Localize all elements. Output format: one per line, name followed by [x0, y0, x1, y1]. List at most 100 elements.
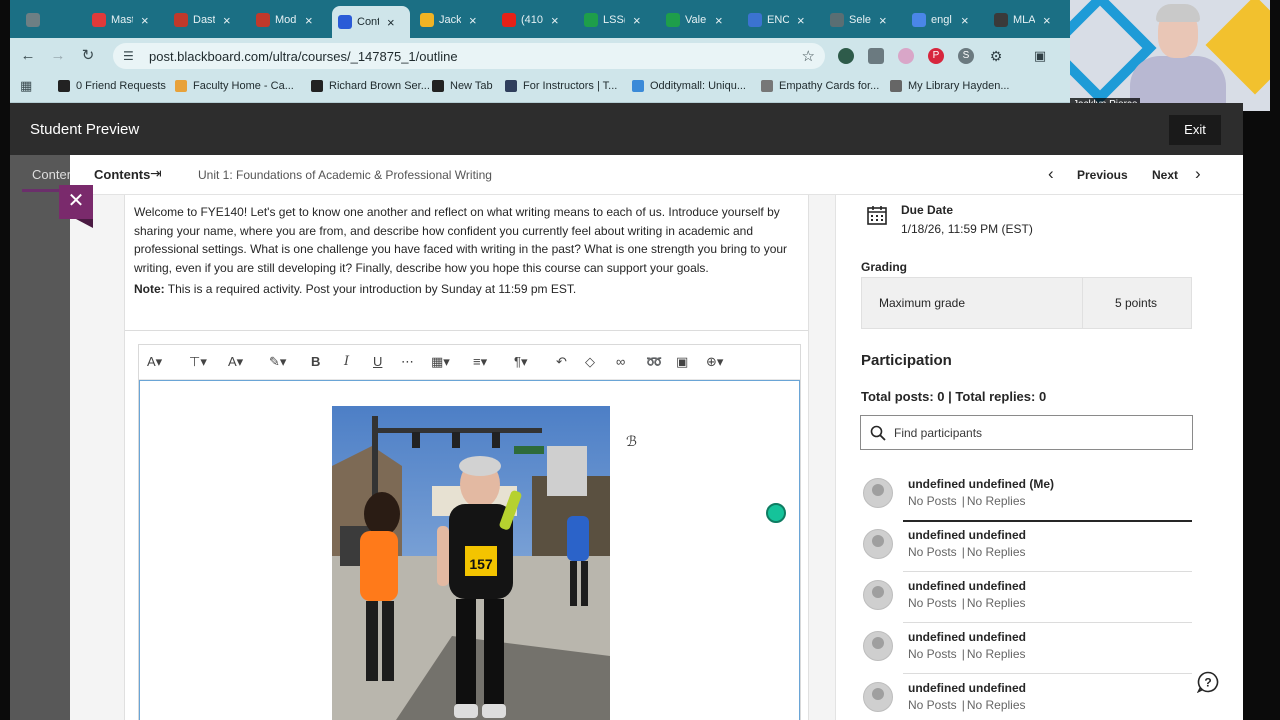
- browser-tab[interactable]: Sele ×: [824, 6, 902, 34]
- participant-row[interactable]: undefined undefined No Posts | No Replies: [861, 574, 1192, 625]
- browser-tab[interactable]: [20, 6, 80, 34]
- bookmark-star-icon[interactable]: ☆: [802, 47, 815, 65]
- note-label: Note:: [134, 282, 165, 296]
- extension-icon[interactable]: [838, 48, 854, 64]
- apps-grid-icon[interactable]: ▦: [20, 78, 32, 94]
- tab-close-icon[interactable]: ×: [715, 13, 723, 28]
- bold-icon[interactable]: B: [311, 353, 320, 371]
- participant-row[interactable]: undefined undefined (Me) No Posts | No Repl…: [861, 472, 1192, 523]
- bookmark-item[interactable]: For Instructors | T...: [505, 80, 617, 92]
- browser-tab[interactable]: Vale ×: [660, 6, 738, 34]
- participant-row[interactable]: undefined undefined No Posts | No Replies: [861, 523, 1192, 574]
- grammarly-icon[interactable]: [766, 503, 786, 523]
- editor-content-area[interactable]: 157 ℬ: [139, 380, 800, 720]
- previous-button[interactable]: Previous: [1077, 168, 1128, 182]
- attachment-icon[interactable]: ➿: [646, 353, 662, 371]
- tab-label: Vale: [685, 14, 707, 26]
- participant-row[interactable]: undefined undefined No Posts | No Replies: [861, 625, 1192, 676]
- participant-row[interactable]: undefined undefined No Posts | No Replies: [861, 676, 1192, 720]
- participant-stats: No Posts | No Replies: [908, 698, 1026, 712]
- paragraph-style-icon[interactable]: ⊤▾: [189, 353, 207, 371]
- bookmark-label: Richard Brown Ser...: [329, 80, 430, 92]
- bookmark-item[interactable]: New Tab: [432, 80, 493, 92]
- highlight-icon[interactable]: ✎▾: [269, 353, 286, 371]
- font-size-icon[interactable]: A▾: [228, 353, 243, 371]
- reload-button[interactable]: ↻: [78, 46, 98, 66]
- tab-close-icon[interactable]: ×: [469, 13, 477, 28]
- reply-count: No Replies: [966, 596, 1026, 610]
- browser-tab[interactable]: (410 ×: [496, 6, 574, 34]
- pinterest-icon[interactable]: P: [928, 48, 944, 64]
- back-button[interactable]: ←: [18, 46, 38, 66]
- tab-close-icon[interactable]: ×: [141, 13, 149, 28]
- bookmark-item[interactable]: My Library Hayden...: [890, 80, 1009, 92]
- search-icon: [870, 425, 886, 441]
- post-count: No Posts: [908, 698, 957, 712]
- post-count: No Posts: [908, 647, 957, 661]
- more-options-icon[interactable]: ⋯: [401, 353, 414, 371]
- align-icon[interactable]: ≡▾: [473, 353, 487, 371]
- browser-tab[interactable]: Cont ×: [332, 6, 410, 38]
- extensions-puzzle-icon[interactable]: ⚙: [988, 48, 1004, 64]
- browser-tab[interactable]: Jack ×: [414, 6, 492, 34]
- text-style-icon[interactable]: A▾: [147, 353, 162, 371]
- next-button[interactable]: Next: [1152, 168, 1178, 182]
- italic-icon[interactable]: I: [344, 353, 349, 371]
- bookmark-item[interactable]: 0 Friend Requests: [58, 80, 166, 92]
- tab-close-icon[interactable]: ×: [387, 15, 395, 30]
- contents-link[interactable]: Contents: [94, 167, 150, 182]
- note-text: Note: This is a required activity. Post …: [134, 282, 576, 296]
- bookmark-item[interactable]: Odditymall: Uniqu...: [632, 80, 746, 92]
- bookmark-item[interactable]: Empathy Cards for...: [761, 80, 879, 92]
- post-count: No Posts: [908, 494, 957, 508]
- clear-format-icon[interactable]: ◇: [585, 353, 595, 371]
- search-placeholder: Find participants: [894, 426, 983, 440]
- bookmark-favicon-icon: [432, 80, 444, 92]
- insert-content-icon[interactable]: ⊕▾: [706, 353, 723, 371]
- browser-tab[interactable]: Mod ×: [250, 6, 328, 34]
- help-icon[interactable]: ?: [1197, 671, 1219, 693]
- browser-tab[interactable]: Mast ×: [86, 6, 164, 34]
- tab-close-icon[interactable]: ×: [961, 13, 969, 28]
- browser-tab[interactable]: engl ×: [906, 6, 984, 34]
- browser-tab[interactable]: Dast ×: [168, 6, 246, 34]
- rich-text-editor[interactable]: A▾ ⊤▾ A▾ ✎▾ B I U ⋯ ▦▾ ≡▾ ¶▾ ↶ ◇ ∞ ➿ ▣ ⊕…: [138, 344, 801, 720]
- tab-close-icon[interactable]: ×: [633, 13, 641, 28]
- undo-icon[interactable]: ↶: [556, 353, 567, 371]
- link-icon[interactable]: ∞: [616, 353, 625, 371]
- tab-close-icon[interactable]: ×: [551, 13, 559, 28]
- image-icon[interactable]: ▣: [676, 353, 688, 371]
- browser-tab[interactable]: MLA ×: [988, 6, 1066, 34]
- browser-tab[interactable]: ENC ×: [742, 6, 820, 34]
- tab-close-icon[interactable]: ×: [797, 13, 805, 28]
- extension-icon[interactable]: [868, 48, 884, 64]
- reply-count: No Replies: [966, 545, 1026, 559]
- address-bar[interactable]: ☰ post.blackboard.com/ultra/courses/_147…: [113, 43, 825, 69]
- tab-search-icon[interactable]: ▣: [1032, 48, 1048, 64]
- exit-button[interactable]: Exit: [1169, 115, 1221, 145]
- screen: Mast×Dast×Mod×Cont×Jack×(410×LSS(×Vale×E…: [0, 0, 1280, 720]
- browser-tab[interactable]: LSS(×: [578, 6, 656, 34]
- forward-button[interactable]: →: [48, 46, 68, 66]
- tab-close-icon[interactable]: ×: [223, 13, 231, 28]
- collapse-arrow-icon[interactable]: ⇥: [150, 165, 162, 182]
- table-icon[interactable]: ▦▾: [431, 353, 450, 371]
- extension-icon[interactable]: [898, 48, 914, 64]
- underline-icon[interactable]: U: [373, 353, 382, 371]
- tab-label: (410: [521, 14, 543, 26]
- chevron-right-icon[interactable]: ›: [1195, 164, 1201, 184]
- close-panel-button[interactable]: ✕: [59, 185, 93, 219]
- bookmark-favicon-icon: [890, 80, 902, 92]
- bookmark-item[interactable]: Faculty Home - Ca...: [175, 80, 294, 92]
- url-text: post.blackboard.com/ultra/courses/_14787…: [149, 48, 458, 64]
- paragraph-icon[interactable]: ¶▾: [514, 353, 528, 371]
- find-participants-input[interactable]: Find participants: [860, 415, 1193, 450]
- uploaded-race-photo: 157: [332, 406, 610, 720]
- site-info-icon[interactable]: ☰: [123, 49, 137, 63]
- tab-close-icon[interactable]: ×: [879, 13, 887, 28]
- chevron-left-icon[interactable]: ‹: [1048, 164, 1054, 184]
- bookmark-item[interactable]: Richard Brown Ser...: [311, 80, 430, 92]
- extension-icon[interactable]: S: [958, 48, 974, 64]
- tab-close-icon[interactable]: ×: [305, 13, 313, 28]
- tab-close-icon[interactable]: ×: [1043, 13, 1051, 28]
